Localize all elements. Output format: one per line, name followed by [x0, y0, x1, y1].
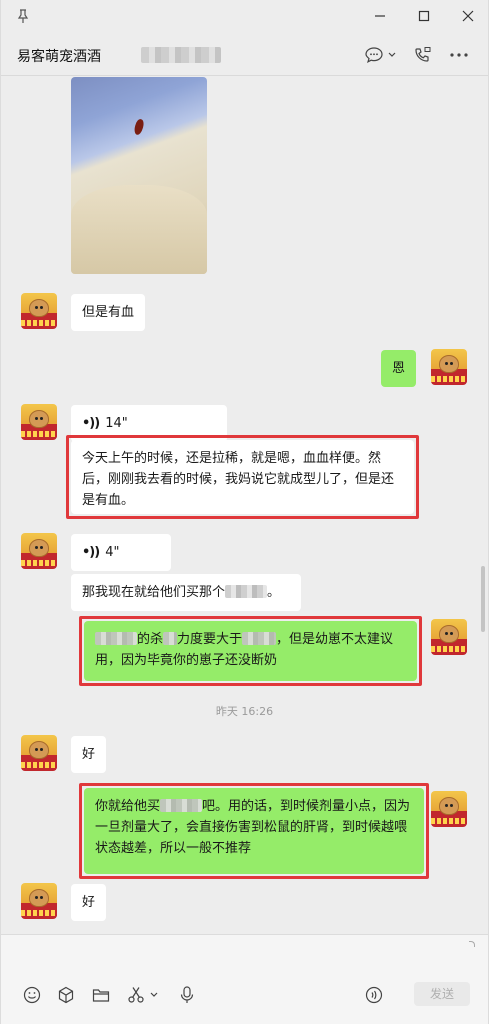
voice-wave-icon: •)) [82, 545, 100, 560]
voice-transcript[interactable]: 那我现在就给他们买那个 。 [71, 574, 301, 611]
scissors-icon[interactable] [127, 986, 161, 1004]
message-bubble-outgoing[interactable]: 的杀 力度要大于 ，但是幼崽不太建议用，因为毕竟你的崽子还没断奶 [84, 621, 417, 681]
more-icon[interactable] [449, 52, 469, 58]
redacted-text [225, 585, 268, 598]
redacted-title-suffix [141, 47, 221, 63]
voice-wave-icon: •)) [82, 416, 100, 431]
maximize-icon[interactable] [413, 6, 435, 26]
minimize-icon[interactable] [369, 6, 391, 26]
chat-header: 易客萌宠酒酒 [1, 34, 488, 76]
photo-detail [71, 185, 207, 274]
transcript-text: 。 [267, 585, 281, 600]
chat-title[interactable]: 易客萌宠酒酒 [17, 46, 101, 66]
title-bar [1, 0, 488, 34]
my-avatar[interactable] [431, 791, 467, 827]
contact-avatar[interactable] [21, 293, 57, 329]
chat-icon[interactable] [365, 46, 399, 64]
contact-avatar[interactable] [21, 883, 57, 919]
redacted-text [160, 799, 203, 812]
emoji-icon[interactable] [23, 986, 41, 1004]
resize-grip[interactable] [469, 941, 475, 947]
chat-window: 易客萌宠酒酒 但是有血 恩 •)) 14" 今天上午的时候，还是拉稀，就是嗯，血… [0, 0, 489, 1024]
transcript-text: 那我现在就给他们买那个 [82, 585, 226, 600]
photo-detail [133, 118, 145, 136]
redacted-text [163, 632, 178, 645]
folder-icon[interactable] [92, 986, 110, 1004]
voice-input-icon[interactable] [365, 986, 383, 1004]
redacted-text [242, 632, 277, 645]
message-bubble-incoming[interactable]: 好 [71, 736, 107, 773]
send-button[interactable]: 发送 [414, 982, 470, 1006]
image-message[interactable] [71, 77, 207, 274]
timestamp: 昨天 16:26 [215, 705, 274, 718]
scrollbar[interactable] [481, 566, 485, 632]
voice-duration: 4" [105, 545, 120, 560]
video-call-icon[interactable] [413, 46, 433, 64]
redacted-text [95, 632, 137, 645]
contact-avatar[interactable] [21, 404, 57, 440]
voice-transcript[interactable]: 今天上午的时候，还是拉稀，就是嗯，血血样便。然后，刚刚我去看的时候，我妈说它就成… [71, 440, 414, 514]
my-avatar[interactable] [431, 619, 467, 655]
message-list[interactable]: 但是有血 恩 •)) 14" 今天上午的时候，还是拉稀，就是嗯，血血样便。然后，刚… [1, 77, 488, 933]
message-input-area[interactable] [1, 934, 488, 1024]
message-text: 力度要大于 [177, 632, 243, 647]
contact-avatar[interactable] [21, 533, 57, 569]
voice-duration: 14" [105, 416, 128, 431]
voice-message[interactable]: •)) 4" [71, 534, 171, 571]
message-bubble-outgoing[interactable]: 恩 [381, 350, 417, 387]
close-icon[interactable] [457, 6, 479, 26]
message-text: 你就给他买 [95, 799, 161, 814]
microphone-icon[interactable] [179, 986, 195, 1004]
favorite-icon[interactable] [57, 986, 75, 1004]
message-bubble-incoming[interactable]: 但是有血 [71, 294, 146, 331]
pin-icon[interactable] [15, 8, 31, 24]
message-bubble-outgoing[interactable]: 你就给他买 吧。用的话，到时候剂量小点，因为一旦剂量大了，会直接伤害到松鼠的肝肾，… [84, 788, 424, 874]
message-bubble-incoming[interactable]: 好 [71, 884, 107, 921]
contact-avatar[interactable] [21, 735, 57, 771]
my-avatar[interactable] [431, 349, 467, 385]
message-text: 的杀 [137, 632, 164, 647]
